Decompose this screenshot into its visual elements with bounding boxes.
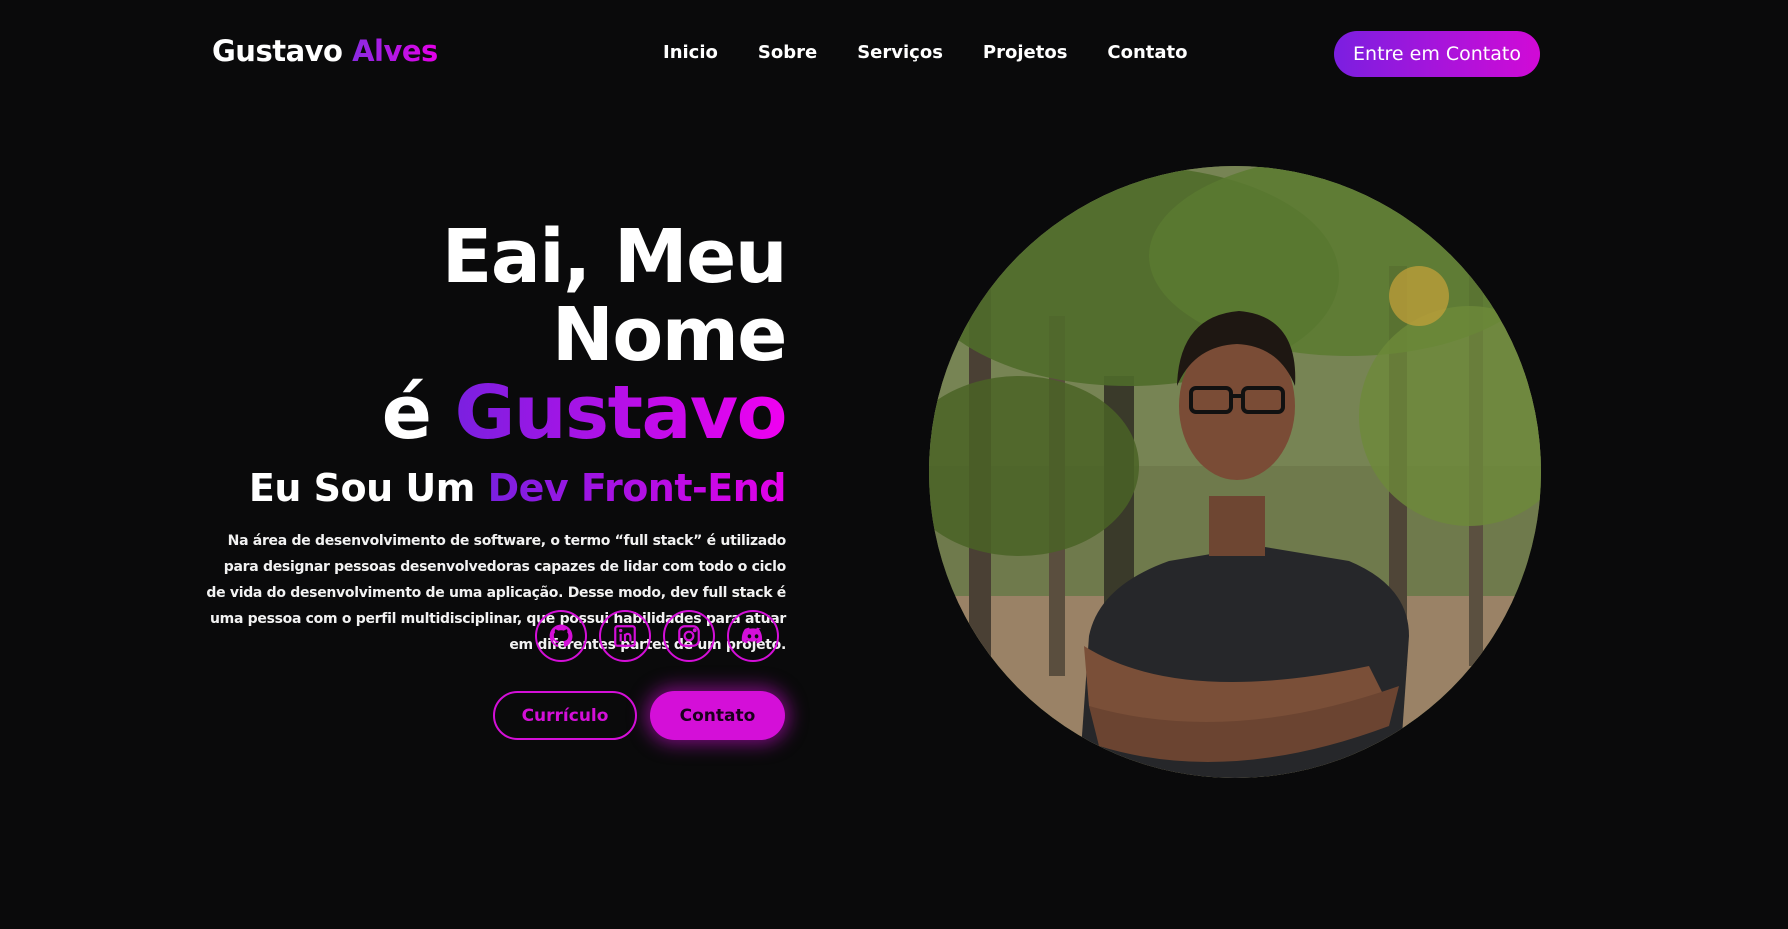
logo-first: Gustavo xyxy=(212,34,343,68)
site-header: Gustavo Alves Inicio Sobre Serviços Proj… xyxy=(0,0,1788,108)
profile-photo xyxy=(929,166,1541,778)
linkedin-icon xyxy=(614,625,636,647)
linkedin-link[interactable] xyxy=(599,610,651,662)
hero-title: Eai, Meu Nome é Gustavo xyxy=(200,218,788,452)
logo[interactable]: Gustavo Alves xyxy=(212,34,438,68)
instagram-icon xyxy=(678,625,700,647)
instagram-link[interactable] xyxy=(663,610,715,662)
profile-photo-illustration xyxy=(929,166,1541,778)
hero-subtitle: Eu Sou Um Dev Front-End xyxy=(200,466,787,510)
hero-subtitle-prefix: Eu Sou Um xyxy=(248,466,488,510)
curriculo-button[interactable]: Currículo xyxy=(493,691,637,740)
discord-icon xyxy=(741,627,763,644)
entre-em-contato-button[interactable]: Entre em Contato xyxy=(1334,31,1540,77)
main-nav: Inicio Sobre Serviços Projetos Contato xyxy=(663,42,1228,63)
nav-contato[interactable]: Contato xyxy=(1107,42,1187,63)
nav-projetos[interactable]: Projetos xyxy=(983,42,1068,63)
logo-second: Alves xyxy=(352,34,438,68)
github-icon xyxy=(549,624,573,647)
github-link[interactable] xyxy=(535,610,587,662)
hero-title-line1: Eai, Meu Nome xyxy=(441,214,788,378)
discord-link[interactable] xyxy=(727,610,779,662)
hero-title-name: Gustavo xyxy=(454,370,788,456)
hero-title-prefix: é xyxy=(381,370,455,456)
hero-subtitle-role: Dev Front-End xyxy=(487,466,787,510)
nav-sobre[interactable]: Sobre xyxy=(758,42,817,63)
nav-servicos[interactable]: Serviços xyxy=(857,42,943,63)
social-links xyxy=(535,610,791,662)
hero-text: Eai, Meu Nome é Gustavo Eu Sou Um Dev Fr… xyxy=(200,218,788,672)
contato-button[interactable]: Contato xyxy=(650,691,785,740)
nav-inicio[interactable]: Inicio xyxy=(663,42,718,63)
